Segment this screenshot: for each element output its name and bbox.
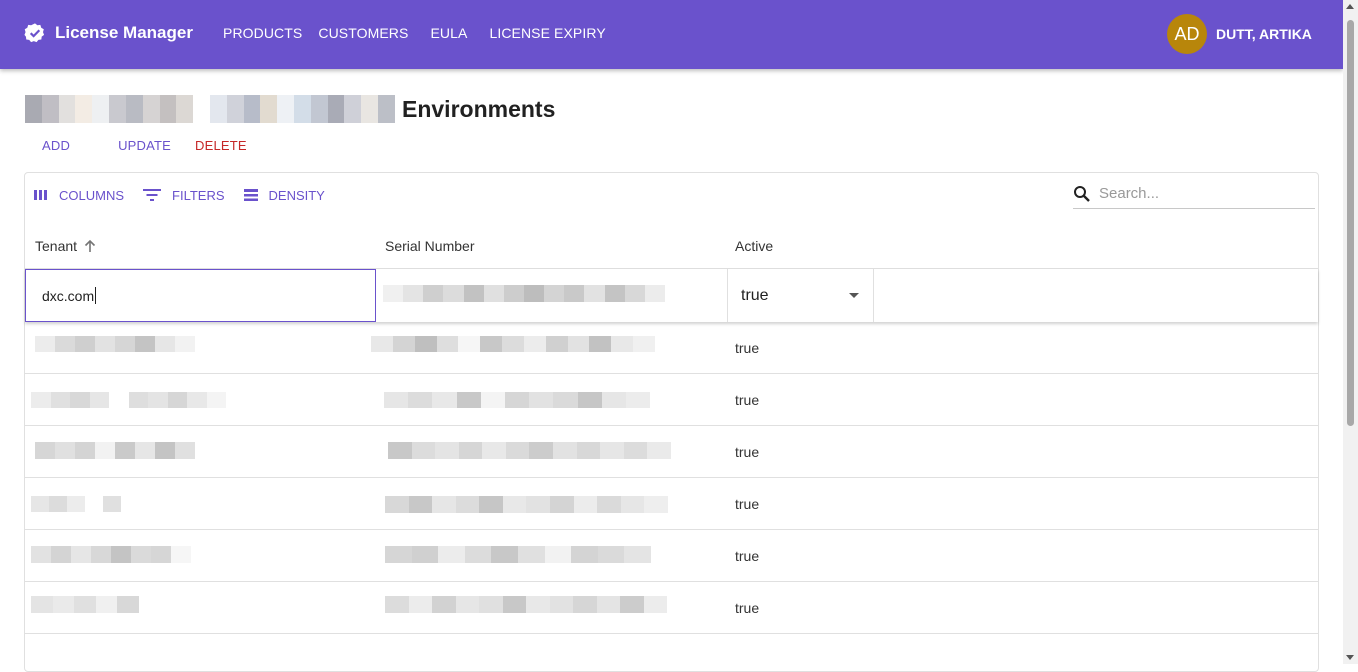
active-cell: true bbox=[735, 548, 760, 564]
filters-button[interactable]: FILTERS bbox=[142, 187, 225, 203]
nav-products[interactable]: PRODUCTS bbox=[223, 25, 302, 41]
avatar[interactable]: AD bbox=[1167, 14, 1207, 54]
page-title: Environments bbox=[402, 95, 556, 122]
redacted-tenant bbox=[31, 392, 226, 408]
sort-ascending-arrow-icon[interactable] bbox=[82, 239, 98, 253]
active-cell: true bbox=[735, 392, 760, 408]
redacted-serial-number bbox=[371, 336, 655, 352]
scroll-down-arrow-icon[interactable] bbox=[1346, 655, 1354, 660]
density-button[interactable]: DENSITY bbox=[243, 187, 325, 203]
redacted-serial-number bbox=[385, 496, 668, 513]
grid-toolbar: COLUMNS FILTERS DENSITY bbox=[33, 187, 343, 203]
filter-list-icon bbox=[143, 189, 162, 201]
columns-label: COLUMNS bbox=[59, 187, 125, 203]
redacted-tenant bbox=[35, 336, 195, 352]
dropdown-arrow-icon[interactable] bbox=[849, 293, 859, 298]
view-column-icon bbox=[34, 190, 47, 200]
column-header-active[interactable]: Active bbox=[735, 238, 773, 254]
data-grid: COLUMNS FILTERS DENSITY Search... Tenant… bbox=[24, 172, 1319, 672]
brand[interactable]: License Manager bbox=[24, 22, 193, 44]
redacted-serial-number bbox=[385, 596, 667, 613]
editing-row: dxc.com true bbox=[25, 269, 1318, 322]
active-cell: true bbox=[735, 496, 760, 512]
redacted-tenant bbox=[31, 496, 121, 512]
active-cell: true bbox=[735, 600, 760, 616]
verified-badge-icon bbox=[24, 23, 45, 43]
nav-customers[interactable]: CUSTOMERS bbox=[318, 25, 408, 41]
table-row[interactable]: true bbox=[25, 426, 1318, 478]
search-box bbox=[1073, 179, 1315, 209]
main-nav: PRODUCTS CUSTOMERS EULA LICENSE EXPIRY bbox=[223, 25, 622, 41]
serial-number-edit-cell[interactable] bbox=[376, 269, 727, 322]
column-header-label: Tenant bbox=[35, 238, 78, 254]
table-row[interactable]: true bbox=[25, 530, 1318, 582]
search-icon bbox=[1074, 185, 1090, 202]
table-row[interactable]: true bbox=[25, 478, 1318, 530]
app-bar: License Manager PRODUCTS CUSTOMERS EULA … bbox=[0, 0, 1343, 69]
scroll-up-arrow-icon[interactable] bbox=[1346, 4, 1354, 9]
vertical-scrollbar[interactable] bbox=[1343, 0, 1358, 664]
redacted-tenant bbox=[31, 596, 139, 613]
active-cell: true bbox=[735, 340, 760, 356]
app-title: License Manager bbox=[55, 23, 193, 42]
column-header-label: Active bbox=[735, 238, 774, 254]
text-cursor bbox=[95, 287, 97, 304]
redacted-customer-name bbox=[25, 95, 395, 123]
redacted-serial-number bbox=[388, 442, 671, 459]
active-select-value: true bbox=[741, 286, 769, 304]
add-button[interactable]: ADD bbox=[30, 138, 82, 153]
user-menu[interactable]: AD DUTT, ARTIKA bbox=[1167, 14, 1312, 54]
update-button[interactable]: UPDATE bbox=[106, 138, 183, 153]
table-row[interactable]: true bbox=[25, 582, 1318, 634]
user-name[interactable]: DUTT, ARTIKA bbox=[1216, 26, 1312, 42]
redacted-serial-number bbox=[383, 285, 665, 302]
redacted-serial-number bbox=[385, 546, 651, 563]
grid-header: Tenant Serial Number Active bbox=[25, 223, 1318, 269]
redacted-tenant bbox=[35, 442, 195, 459]
scrollbar-thumb[interactable] bbox=[1347, 20, 1354, 426]
delete-button[interactable]: DELETE bbox=[183, 138, 259, 153]
search-input[interactable] bbox=[1099, 185, 1299, 202]
redacted-serial-number bbox=[384, 392, 651, 408]
column-header-serial-number[interactable]: Serial Number bbox=[385, 238, 474, 254]
table-row[interactable]: true bbox=[25, 374, 1318, 426]
columns-button[interactable]: COLUMNS bbox=[33, 188, 124, 203]
action-bar: ADD UPDATE DELETE bbox=[30, 138, 259, 153]
density-label: DENSITY bbox=[268, 187, 325, 203]
table-row[interactable]: true bbox=[25, 322, 1318, 374]
filters-label: FILTERS bbox=[172, 187, 225, 203]
page-header: Environments bbox=[25, 95, 555, 123]
redacted-tenant bbox=[31, 546, 191, 563]
density-icon bbox=[243, 189, 258, 201]
nav-license-expiry[interactable]: LICENSE EXPIRY bbox=[489, 25, 605, 41]
tenant-edit-value: dxc.com bbox=[42, 287, 95, 304]
column-header-tenant[interactable]: Tenant bbox=[35, 238, 98, 254]
nav-eula[interactable]: EULA bbox=[430, 25, 467, 41]
active-select[interactable]: true bbox=[727, 269, 874, 322]
active-cell: true bbox=[735, 444, 760, 460]
column-header-label: Serial Number bbox=[385, 238, 475, 254]
tenant-edit-input[interactable]: dxc.com bbox=[25, 269, 376, 322]
